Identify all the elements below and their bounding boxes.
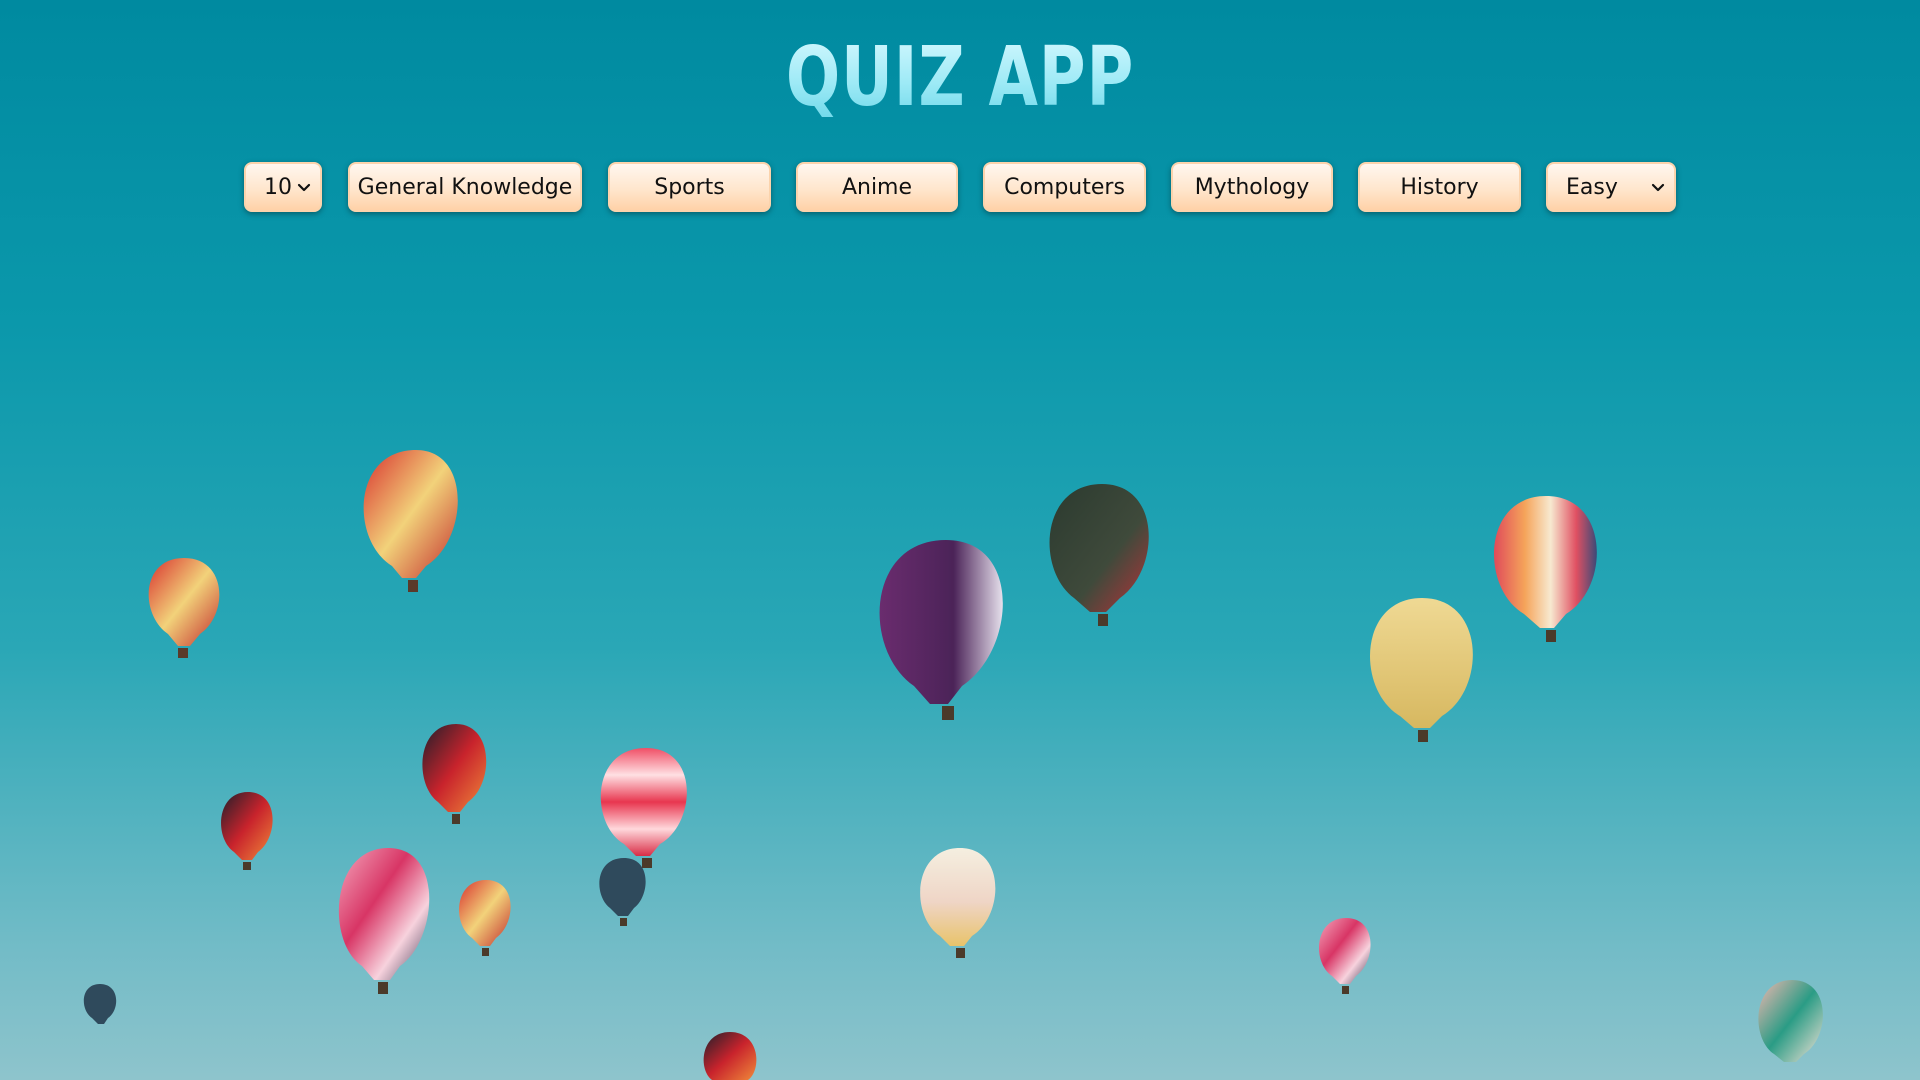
balloon-1 xyxy=(148,558,220,658)
category-button-label: Sports xyxy=(654,174,725,200)
category-button-general-knowledge[interactable]: General Knowledge xyxy=(348,162,582,212)
balloon-13 xyxy=(920,848,996,958)
balloon-10 xyxy=(599,858,646,926)
balloon-15 xyxy=(1758,980,1823,1062)
chevron-down-icon xyxy=(297,183,311,192)
chevron-down-icon xyxy=(1651,183,1665,192)
difficulty-select[interactable]: Easy xyxy=(1546,162,1676,212)
app-title: QUIZ APP xyxy=(211,30,1709,126)
question-amount-select[interactable]: 10 xyxy=(244,162,322,212)
balloon-2 xyxy=(363,450,458,592)
balloon-11 xyxy=(338,848,430,994)
quiz-controls-bar: 10 General Knowledge Sports Anime Comput… xyxy=(0,162,1920,212)
category-button-computers[interactable]: Computers xyxy=(983,162,1146,212)
category-button-anime[interactable]: Anime xyxy=(796,162,958,212)
category-button-mythology[interactable]: Mythology xyxy=(1171,162,1333,212)
balloon-8 xyxy=(221,792,273,870)
category-button-label: Anime xyxy=(841,174,913,200)
balloon-3 xyxy=(879,540,1003,720)
balloon-12 xyxy=(459,880,511,956)
category-button-sports[interactable]: Sports xyxy=(608,162,771,212)
balloon-7 xyxy=(422,724,487,824)
balloon-14 xyxy=(1319,918,1371,994)
balloon-17 xyxy=(703,1032,757,1080)
category-button-history[interactable]: History xyxy=(1358,162,1521,212)
difficulty-value: Easy xyxy=(1566,174,1618,200)
balloon-5 xyxy=(1493,496,1597,642)
balloon-6 xyxy=(1369,598,1473,742)
question-amount-value: 10 xyxy=(264,174,292,200)
category-button-label: Mythology xyxy=(1194,174,1310,200)
category-button-label: General Knowledge xyxy=(357,174,573,200)
category-button-label: History xyxy=(1400,174,1479,200)
category-button-label: Computers xyxy=(1004,174,1125,200)
balloon-16 xyxy=(83,984,117,1024)
balloon-4 xyxy=(1049,484,1149,626)
balloon-9 xyxy=(600,748,687,868)
